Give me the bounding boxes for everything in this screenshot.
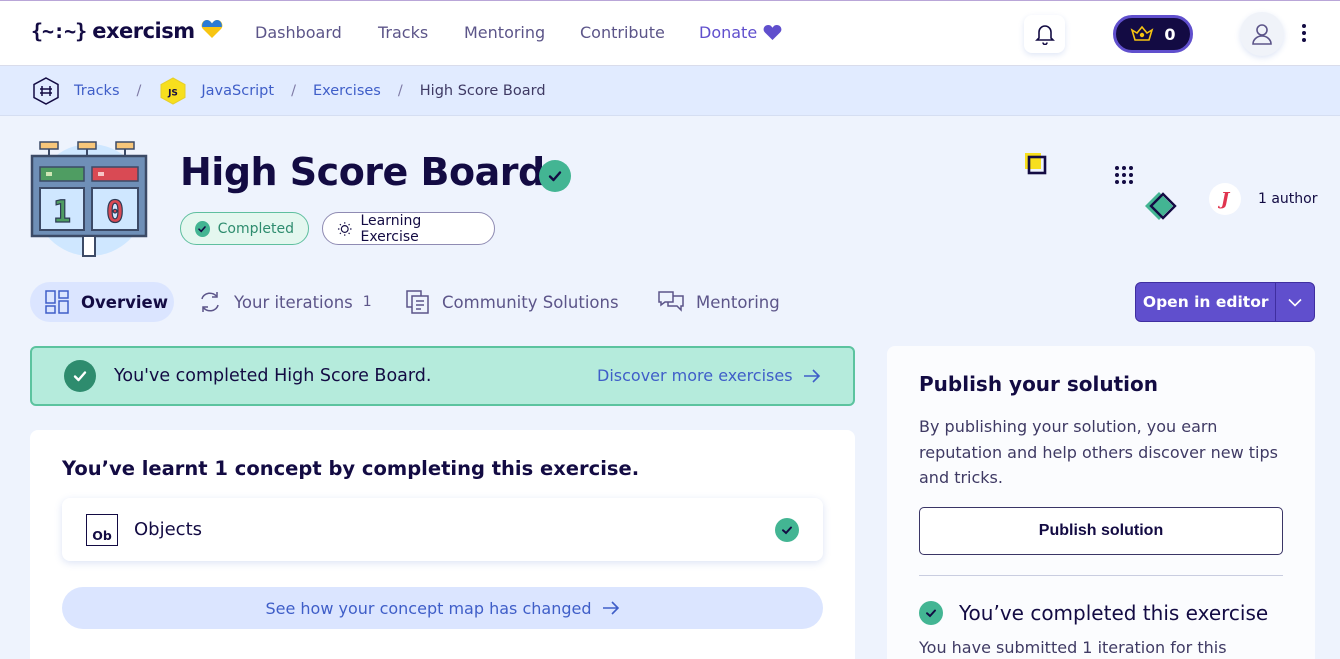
mentoring-chat-icon (658, 291, 684, 312)
completed-check-icon (539, 160, 571, 192)
reputation-icon (1131, 25, 1154, 41)
concept-name: Objects (134, 519, 203, 540)
concept-map-link[interactable]: See how your concept map has changed (62, 587, 823, 629)
decorative-square-icon (1024, 152, 1050, 182)
user-icon (1252, 24, 1272, 45)
tab-mentoring-label: Mentoring (696, 292, 780, 312)
publish-solution-description: By publishing your solution, you earn re… (919, 417, 1278, 487)
exercism-logo[interactable]: {~:~} exercism (31, 19, 223, 43)
discover-more-label: Discover more exercises (597, 366, 793, 385)
tab-iterations-label: Your iterations (234, 292, 353, 312)
concepts-learnt-title: You’ve learnt 1 concept by completing th… (62, 457, 640, 480)
tab-community-solutions[interactable]: Community Solutions (406, 282, 619, 322)
breadcrumb-exercises[interactable]: Exercises (313, 83, 381, 99)
reputation-button[interactable]: 0 (1113, 15, 1193, 53)
heart-icon (763, 24, 782, 41)
tracks-hex-icon (31, 76, 61, 106)
breadcrumb-tracks[interactable]: Tracks (74, 83, 120, 99)
bell-icon (1034, 25, 1055, 45)
nav-contribute[interactable]: Contribute (580, 23, 665, 42)
nav-tracks[interactable]: Tracks (378, 23, 428, 42)
tab-overview-label: Overview (81, 292, 168, 312)
logo-braces: {~:~} (31, 19, 87, 43)
discover-more-exercises-link[interactable]: Discover more exercises (597, 366, 821, 385)
more-menu-icon[interactable] (1302, 24, 1306, 42)
javascript-badge-text: JS (167, 88, 178, 98)
breadcrumb-javascript[interactable]: JavaScript (201, 83, 274, 99)
breadcrumb-separator: / (291, 82, 296, 99)
nav-donate-label: Donate (699, 23, 758, 42)
iterations-submitted-text: You have submitted 1 iteration for this (919, 638, 1227, 657)
ukraine-heart-icon (201, 19, 223, 43)
breadcrumb: Tracks / JS JavaScript / Exercises / Hig… (0, 66, 1340, 116)
iterations-count: 1 (362, 294, 372, 310)
arrow-right-icon (602, 601, 619, 615)
scoreboard-exercise-icon: 1 0 (30, 140, 148, 258)
completed-exercise-title: You’ve completed this exercise (959, 601, 1269, 625)
breadcrumb-separator: / (397, 82, 403, 99)
open-in-editor-button[interactable]: Open in editor (1135, 282, 1315, 322)
concepts-learnt-card: You’ve learnt 1 concept by completing th… (30, 430, 855, 659)
nav-mentoring[interactable]: Mentoring (464, 23, 545, 42)
nav-dashboard[interactable]: Dashboard (255, 23, 342, 42)
completed-status-pill: Completed (180, 212, 309, 245)
javascript-track-icon: JS (158, 76, 188, 106)
breadcrumb-separator: / (136, 82, 142, 99)
exercise-title: High Score Board (180, 150, 545, 194)
tab-community-label: Community Solutions (442, 292, 619, 312)
authors-count[interactable]: 1 author (1258, 191, 1318, 207)
publish-solution-title: Publish your solution (919, 372, 1159, 396)
chevron-down-icon (1288, 298, 1302, 307)
author-avatar[interactable]: J (1209, 183, 1241, 215)
top-navigation: {~:~} exercism Dashboard Tracks Mentorin… (0, 0, 1340, 66)
overview-icon (45, 290, 69, 314)
open-in-editor-label: Open in editor (1142, 293, 1269, 311)
scoreboard-home-score: 1 (53, 195, 71, 230)
completed-status-label: Completed (217, 220, 294, 237)
publish-solution-card: Publish your solution By publishing your… (887, 346, 1315, 659)
sidebar-divider (919, 575, 1283, 576)
editor-dropdown-button[interactable] (1275, 283, 1314, 321)
reputation-count: 0 (1164, 24, 1176, 44)
decorative-diamond-icon (1145, 190, 1179, 226)
completed-check-icon (919, 601, 943, 625)
completion-banner: You've completed High Score Board. Disco… (30, 346, 855, 406)
publish-solution-button[interactable]: Publish solution (919, 507, 1283, 555)
exercise-completed-heading: You’ve completed this exercise (919, 601, 1268, 625)
community-solutions-icon (406, 290, 429, 314)
concept-check-icon (775, 518, 799, 542)
arrow-right-icon (803, 368, 820, 383)
notifications-button[interactable] (1024, 15, 1065, 53)
learning-exercise-label: Learning Exercise (360, 212, 422, 245)
iterations-icon (201, 292, 219, 312)
scoreboard-away-score: 0 (106, 195, 124, 230)
lightbulb-icon (337, 221, 352, 236)
check-icon (195, 220, 210, 237)
user-avatar-button[interactable] (1240, 12, 1284, 56)
author-initial: J (1220, 188, 1230, 210)
decorative-dots-icon (1115, 166, 1133, 184)
concept-item-objects[interactable]: Ob Objects (62, 498, 823, 561)
tab-iterations[interactable]: Your iterations 1 (198, 282, 372, 322)
logo-text: exercism (92, 19, 195, 43)
concept-objects-icon: Ob (86, 513, 118, 546)
nav-donate[interactable]: Donate (699, 23, 782, 42)
tab-mentoring[interactable]: Mentoring (658, 282, 780, 322)
completion-message: You've completed High Score Board. (114, 366, 432, 386)
banner-check-icon (64, 360, 96, 392)
tab-overview[interactable]: Overview (30, 282, 174, 322)
learning-exercise-pill: Learning Exercise (322, 212, 495, 245)
breadcrumb-current: High Score Board (419, 82, 546, 99)
concept-map-label: See how your concept map has changed (265, 598, 592, 618)
